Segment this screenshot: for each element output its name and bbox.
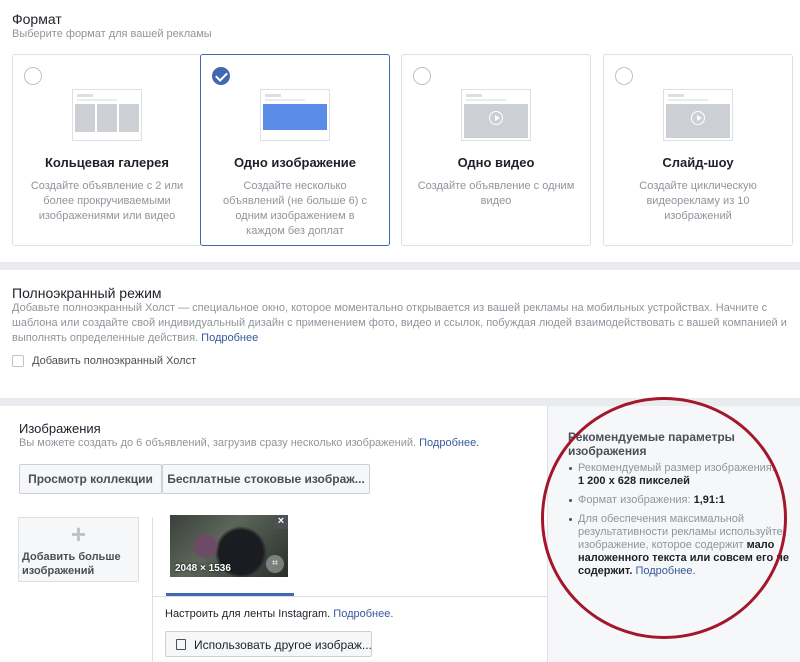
list-item: Для обеспечения максимальной результатив… xyxy=(568,513,790,578)
fullscreen-description-text: Добавьте полноэкранный Холст — специальн… xyxy=(12,302,787,344)
instagram-customize: Настроить для ленты Instagram. Подробнее… xyxy=(165,608,393,620)
fullscreen-description: Добавьте полноэкранный Холст — специальн… xyxy=(12,301,794,346)
image-format-value: 1,91:1 xyxy=(693,494,725,506)
format-card-title: Слайд-шоу xyxy=(662,155,734,170)
thumbnail-divider xyxy=(152,517,153,662)
format-card-carousel[interactable]: Кольцевая галерея Создайте объявление с … xyxy=(12,54,202,246)
list-item: Формат изображения: 1,91:1 xyxy=(568,494,790,507)
fullscreen-more-link[interactable]: Подробнее xyxy=(201,332,258,344)
format-section: Формат Выберите формат для вашей рекламы… xyxy=(0,0,800,262)
image-format-label: Формат изображения: xyxy=(578,494,691,506)
images-subtitle: Вы можете создать до 6 объявлений, загру… xyxy=(19,437,479,449)
instagram-customize-text: Настроить для ленты Instagram. xyxy=(165,608,331,620)
format-card-description: Создайте объявление с одним видео xyxy=(417,180,575,207)
format-card-description: Создайте циклическую видеорекламу из 10 … xyxy=(639,180,757,222)
slideshow-thumbnail-icon xyxy=(663,89,733,141)
format-radio-slideshow[interactable] xyxy=(615,67,633,85)
list-item: Рекомендуемый размер изображения: 1 200 … xyxy=(568,462,790,488)
format-card-single-image[interactable]: Одно изображение Создайте несколько объя… xyxy=(200,54,390,246)
format-radio-single-video[interactable] xyxy=(413,67,431,85)
image-icon xyxy=(176,639,186,651)
format-title: Формат xyxy=(12,11,62,27)
recommended-specs-list: Рекомендуемый размер изображения: 1 200 … xyxy=(568,462,790,584)
format-radio-single-image-checked[interactable] xyxy=(212,67,230,85)
format-card-single-video[interactable]: Одно видео Создайте объявление с одним в… xyxy=(401,54,591,246)
format-card-description: Создайте объявление с 2 или более прокру… xyxy=(30,180,184,222)
images-more-link[interactable]: Подробнее. xyxy=(419,437,479,449)
section-divider xyxy=(0,398,800,406)
single-image-thumbnail-icon xyxy=(260,89,330,141)
play-icon xyxy=(691,111,705,125)
fullscreen-section: Полноэкранный режим Добавьте полноэкранн… xyxy=(0,270,800,398)
fullscreen-title: Полноэкранный режим xyxy=(12,285,162,301)
images-subtitle-text: Вы можете создать до 6 объявлений, загру… xyxy=(19,437,417,449)
add-more-images-button[interactable]: + Добавить больше изображений xyxy=(18,517,139,582)
format-card-title: Одно изображение xyxy=(233,155,357,170)
use-other-image-label: Использовать другое изображ... xyxy=(194,637,372,652)
fullscreen-canvas-option[interactable]: Добавить полноэкранный Холст xyxy=(12,355,197,368)
recommended-specs-panel: Рекомендуемые параметры изображения Реко… xyxy=(547,406,800,662)
format-card-description: Создайте несколько объявлений (не больше… xyxy=(222,180,367,237)
format-card-title: Кольцевая галерея xyxy=(45,155,169,170)
tip-more-link[interactable]: Подробнее. xyxy=(635,565,695,577)
play-icon xyxy=(489,111,503,125)
single-video-thumbnail-icon xyxy=(461,89,531,141)
fullscreen-canvas-label: Добавить полноэкранный Холст xyxy=(32,355,197,368)
thumbnail-row-divider xyxy=(153,596,547,597)
use-other-image-button[interactable]: Использовать другое изображ... xyxy=(165,631,372,657)
fullscreen-canvas-checkbox[interactable] xyxy=(12,355,24,368)
image-dimensions: 2048 × 1536 xyxy=(175,563,231,574)
recommended-size-value: 1 200 x 628 пикселей xyxy=(578,475,690,487)
crop-icon[interactable]: ⌗ xyxy=(266,555,284,573)
recommended-specs-title: Рекомендуемые параметры изображения xyxy=(568,430,735,458)
images-title: Изображения xyxy=(19,421,101,436)
remove-image-icon[interactable]: × xyxy=(274,515,288,529)
format-card-title: Одно видео xyxy=(457,155,535,170)
recommended-size-label: Рекомендуемый размер изображения: xyxy=(578,462,775,474)
section-divider xyxy=(0,262,800,270)
format-card-slideshow[interactable]: Слайд-шоу Создайте циклическую видеорекл… xyxy=(603,54,793,246)
free-stock-images-button[interactable]: Бесплатные стоковые изображ... xyxy=(162,464,370,494)
format-subtitle: Выберите формат для вашей рекламы xyxy=(12,28,212,40)
format-radio-carousel[interactable] xyxy=(24,67,42,85)
instagram-more-link[interactable]: Подробнее. xyxy=(333,608,393,620)
add-more-images-label: Добавить больше изображений xyxy=(22,551,121,577)
carousel-thumbnail-icon xyxy=(72,89,142,141)
uploaded-image-thumbnail[interactable]: × 2048 × 1536 ⌗ xyxy=(170,515,288,577)
browse-library-button[interactable]: Просмотр коллекции xyxy=(19,464,162,494)
plus-icon: + xyxy=(70,519,87,549)
